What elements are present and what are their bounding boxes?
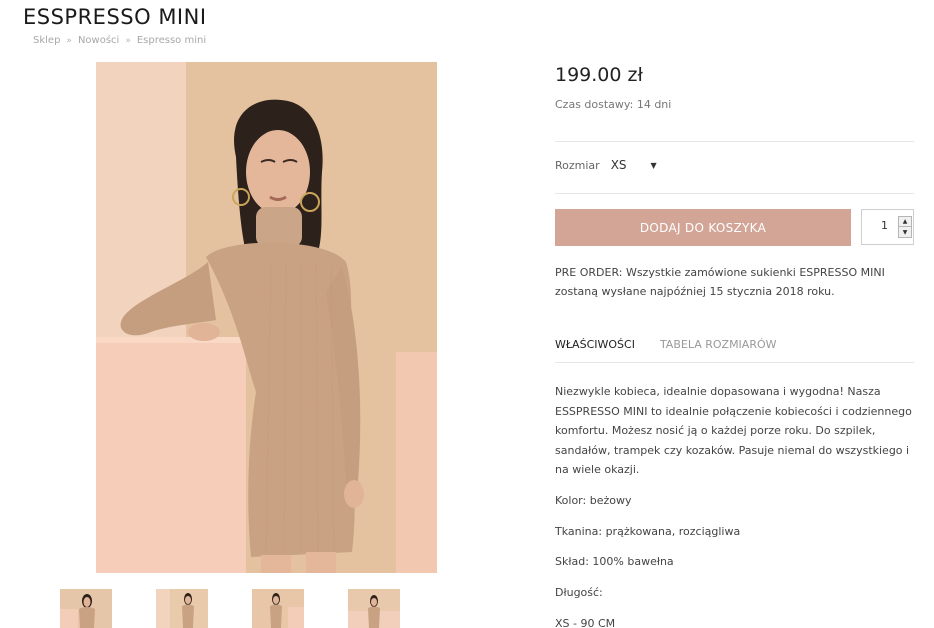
breadcrumb: Sklep » Nowości » Espresso mini [33, 35, 206, 46]
product-photo [96, 62, 437, 573]
quantity-spinner[interactable]: ▲ ▼ [898, 216, 912, 238]
divider [555, 193, 914, 194]
product-tabs: WŁAŚCIWOŚCI TABELA ROZMIARÓW [555, 338, 802, 351]
thumbnail-photo [60, 589, 112, 628]
spec-length-value: XS - 90 CM [555, 617, 616, 628]
thumbnail-photo [156, 589, 208, 628]
breadcrumb-separator: » [125, 35, 131, 46]
caret-down-icon[interactable]: ▼ [651, 161, 657, 170]
size-selector[interactable]: Rozmiar XS ▼ [555, 158, 657, 172]
breadcrumb-separator: » [66, 35, 72, 46]
thumbnail-strip [60, 589, 420, 628]
thumbnail-1[interactable] [60, 589, 112, 628]
size-select[interactable]: XS [611, 158, 627, 172]
add-to-cart-button[interactable]: DODAJ DO KOSZYKA [555, 209, 851, 246]
thumbnail-photo [348, 589, 400, 628]
size-label: Rozmiar [555, 158, 600, 172]
product-price: 199.00 zł [555, 64, 643, 86]
quantity-stepper[interactable]: ▲ ▼ [861, 209, 914, 245]
increment-arrow-icon[interactable]: ▲ [899, 217, 911, 227]
product-main-image[interactable] [96, 62, 437, 573]
spec-color: Kolor: beżowy [555, 494, 632, 507]
delivery-time: Czas dostawy: 14 dni [555, 98, 672, 111]
breadcrumb-link-new[interactable]: Nowości [78, 35, 119, 46]
tab-size-chart[interactable]: TABELA ROZMIARÓW [660, 338, 777, 351]
preorder-notice: PRE ORDER: Wszystkie zamówione sukienki … [555, 266, 885, 298]
quantity-input[interactable] [866, 219, 888, 232]
spec-length-label: Długość: [555, 586, 603, 599]
divider [555, 362, 914, 363]
product-page: ESSPRESSO MINI Sklep » Nowości » Espress… [0, 0, 934, 628]
breadcrumb-link-shop[interactable]: Sklep [33, 35, 60, 46]
product-description: Niezwykle kobieca, idealnie dopasowana i… [555, 385, 912, 476]
decrement-arrow-icon[interactable]: ▼ [899, 227, 911, 237]
breadcrumb-current[interactable]: Espresso mini [137, 35, 206, 46]
divider [555, 141, 914, 142]
thumbnail-4[interactable] [348, 589, 400, 628]
thumbnail-photo [252, 589, 304, 628]
thumbnail-3[interactable] [252, 589, 304, 628]
tab-properties[interactable]: WŁAŚCIWOŚCI [555, 338, 635, 351]
spec-composition: Skład: 100% bawełna [555, 555, 674, 568]
spec-fabric: Tkanina: prążkowana, rozciągliwa [555, 525, 741, 538]
page-title: ESSPRESSO MINI [23, 5, 207, 29]
thumbnail-2[interactable] [156, 589, 208, 628]
